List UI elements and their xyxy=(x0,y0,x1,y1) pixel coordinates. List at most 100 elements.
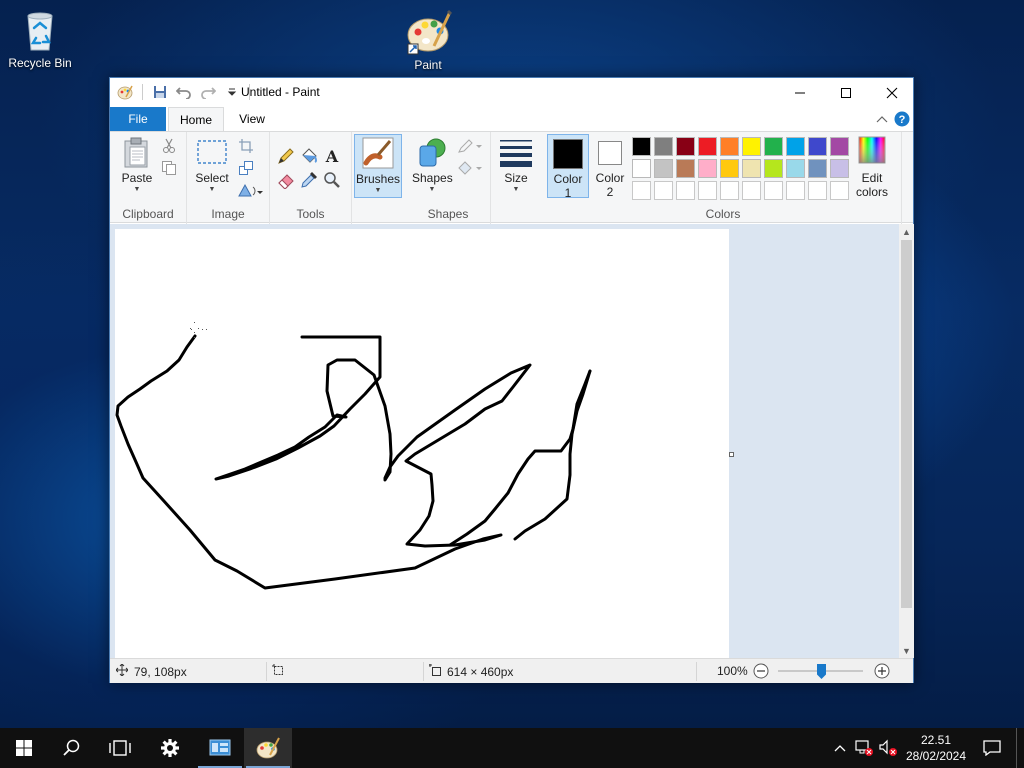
palette-swatch-custom[interactable] xyxy=(764,181,783,200)
title-bar[interactable]: Untitled - Paint xyxy=(110,78,913,107)
help-icon[interactable]: ? xyxy=(893,110,911,128)
color1-button[interactable]: Color 1 xyxy=(547,134,589,200)
palette-swatch-custom[interactable] xyxy=(786,181,805,200)
svg-text:A: A xyxy=(325,147,339,165)
desktop-icon-paint[interactable]: Paint xyxy=(388,8,468,72)
palette-swatch-custom[interactable] xyxy=(654,181,673,200)
palette-swatch[interactable] xyxy=(720,159,739,178)
taskbar-paint[interactable] xyxy=(244,728,292,768)
start-button[interactable] xyxy=(0,728,48,768)
close-button[interactable] xyxy=(869,78,915,107)
size-button[interactable]: Size ▼ xyxy=(497,136,535,193)
taskbar-settings[interactable] xyxy=(146,728,194,768)
palette-swatch[interactable] xyxy=(786,137,805,156)
palette-swatch[interactable] xyxy=(698,159,717,178)
palette-swatch-custom[interactable] xyxy=(808,181,827,200)
color2-button[interactable]: Color 2 xyxy=(592,134,628,199)
zoom-slider-thumb[interactable] xyxy=(817,664,826,679)
group-tools: A Tools xyxy=(270,132,352,224)
chevron-down-icon: ▼ xyxy=(133,186,141,193)
palette-swatch-custom[interactable] xyxy=(698,181,717,200)
palette-swatch[interactable] xyxy=(720,137,739,156)
outline-icon[interactable] xyxy=(457,136,483,156)
zoom-out-icon xyxy=(753,663,769,679)
collapse-ribbon-icon[interactable] xyxy=(873,110,891,128)
tab-home[interactable]: Home xyxy=(168,107,224,131)
volume-status[interactable] xyxy=(876,728,900,768)
crop-icon[interactable] xyxy=(236,136,256,156)
palette-swatch[interactable] xyxy=(830,159,849,178)
tab-file[interactable]: File xyxy=(110,107,166,131)
minimize-button[interactable] xyxy=(777,78,823,107)
palette-swatch[interactable] xyxy=(698,137,717,156)
palette-swatch-custom[interactable] xyxy=(742,181,761,200)
maximize-button[interactable] xyxy=(823,78,869,107)
search-button[interactable] xyxy=(48,728,96,768)
shapes-button[interactable]: Shapes ▼ xyxy=(412,136,453,193)
palette-swatch[interactable] xyxy=(808,137,827,156)
chevron-down-icon: ▼ xyxy=(374,187,382,194)
cut-icon[interactable] xyxy=(159,136,179,156)
palette-swatch-custom[interactable] xyxy=(676,181,695,200)
palette-swatch[interactable] xyxy=(654,159,673,178)
zoom-in-button[interactable] xyxy=(874,663,890,679)
palette-swatch[interactable] xyxy=(676,159,695,178)
magnifier-icon[interactable] xyxy=(322,170,342,190)
scrollbar-thumb[interactable] xyxy=(901,240,912,608)
fill-bucket-icon[interactable] xyxy=(299,146,319,166)
tab-view[interactable]: View xyxy=(228,107,276,131)
scroll-down-icon[interactable]: ▼ xyxy=(899,643,914,658)
palette-swatch[interactable] xyxy=(742,159,761,178)
eraser-icon[interactable] xyxy=(276,170,296,190)
network-status[interactable] xyxy=(852,728,876,768)
fill-icon[interactable] xyxy=(457,158,483,178)
task-view-button[interactable] xyxy=(96,728,144,768)
redo-icon[interactable] xyxy=(199,83,217,101)
action-center-button[interactable] xyxy=(978,728,1006,768)
color-spectrum-icon xyxy=(858,136,886,164)
palette-swatch[interactable] xyxy=(742,137,761,156)
resize-icon[interactable] xyxy=(236,158,256,178)
scroll-up-icon[interactable]: ▲ xyxy=(899,224,914,239)
ribbon-tabs: File Home View ? xyxy=(110,107,913,131)
desktop-icon-recycle-bin[interactable]: Recycle Bin xyxy=(0,6,80,70)
canvas-workspace xyxy=(110,224,899,659)
drawing-canvas[interactable] xyxy=(115,229,729,659)
qat-separator xyxy=(142,84,143,100)
show-hidden-icons-button[interactable] xyxy=(830,728,850,768)
palette-swatch[interactable] xyxy=(632,137,651,156)
text-tool-icon[interactable]: A xyxy=(322,146,342,166)
color-picker-icon[interactable] xyxy=(299,170,319,190)
task-view-icon xyxy=(109,740,131,756)
palette-swatch[interactable] xyxy=(764,137,783,156)
copy-icon[interactable] xyxy=(159,158,179,178)
color2-label-line2: 2 xyxy=(606,185,614,199)
edit-colors-button[interactable]: Edit colors xyxy=(850,134,894,199)
palette-swatch[interactable] xyxy=(676,137,695,156)
taskbar-clock[interactable]: 22.51 28/02/2024 xyxy=(900,732,972,764)
palette-swatch-custom[interactable] xyxy=(720,181,739,200)
palette-swatch[interactable] xyxy=(786,159,805,178)
palette-swatch[interactable] xyxy=(654,137,673,156)
vertical-scrollbar[interactable]: ▲ ▼ xyxy=(899,224,914,658)
palette-swatch-custom[interactable] xyxy=(632,181,651,200)
palette-swatch[interactable] xyxy=(830,137,849,156)
brushes-button[interactable]: Brushes ▼ xyxy=(354,134,402,198)
show-desktop-divider[interactable] xyxy=(1016,728,1017,768)
palette-swatch[interactable] xyxy=(808,159,827,178)
save-icon[interactable] xyxy=(151,83,169,101)
palette-swatch-custom[interactable] xyxy=(830,181,849,200)
palette-swatch[interactable] xyxy=(764,159,783,178)
undo-icon[interactable] xyxy=(175,83,193,101)
palette-swatch[interactable] xyxy=(632,159,651,178)
rotate-icon[interactable] xyxy=(236,180,264,200)
taskbar-server-manager[interactable] xyxy=(196,728,244,768)
search-icon xyxy=(63,739,80,756)
pencil-icon[interactable] xyxy=(276,146,296,166)
paint-app-icon[interactable] xyxy=(116,83,134,101)
paste-button[interactable]: Paste ▼ xyxy=(118,136,156,193)
zoom-out-button[interactable] xyxy=(753,663,769,679)
customize-qat-icon[interactable] xyxy=(223,83,241,101)
canvas-resize-handle[interactable] xyxy=(729,452,734,457)
select-button[interactable]: Select ▼ xyxy=(193,136,231,193)
